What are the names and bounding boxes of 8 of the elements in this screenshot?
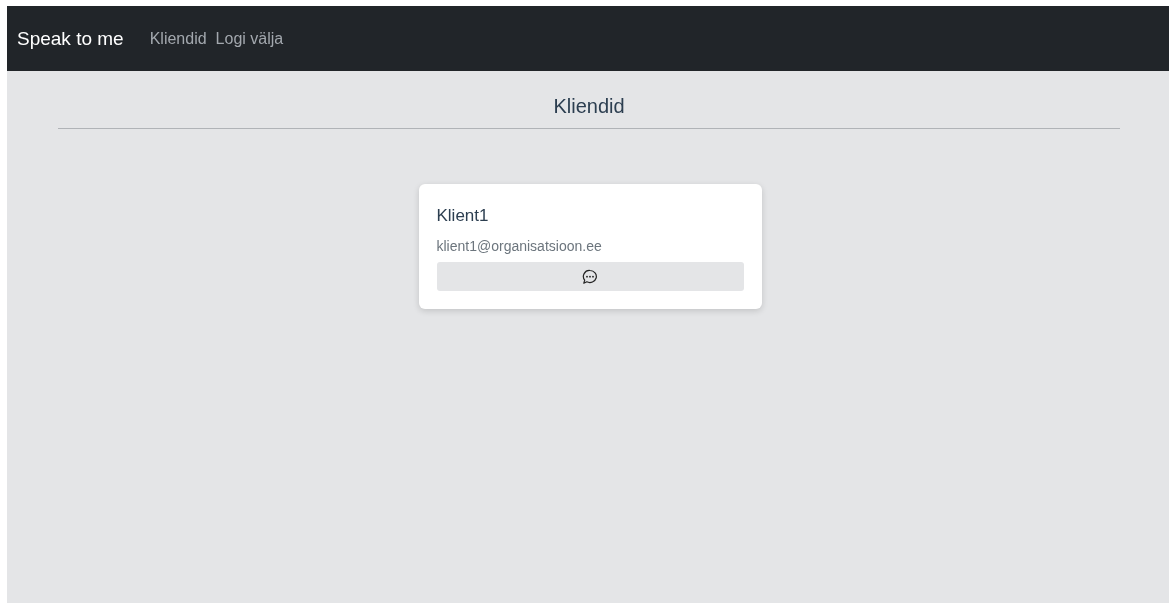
nav-link[interactable]: Logi välja bbox=[215, 29, 284, 48]
client-email: klient1@organisatsioon.ee bbox=[436, 238, 603, 254]
client-name: Klient1 bbox=[436, 206, 490, 226]
chat-icon bbox=[582, 268, 598, 285]
nav-link[interactable]: Kliendid bbox=[149, 29, 207, 48]
brand-link[interactable]: Speak to me bbox=[17, 27, 124, 50]
chat-button[interactable] bbox=[436, 262, 744, 291]
page-title: Kliendid bbox=[552, 94, 626, 118]
